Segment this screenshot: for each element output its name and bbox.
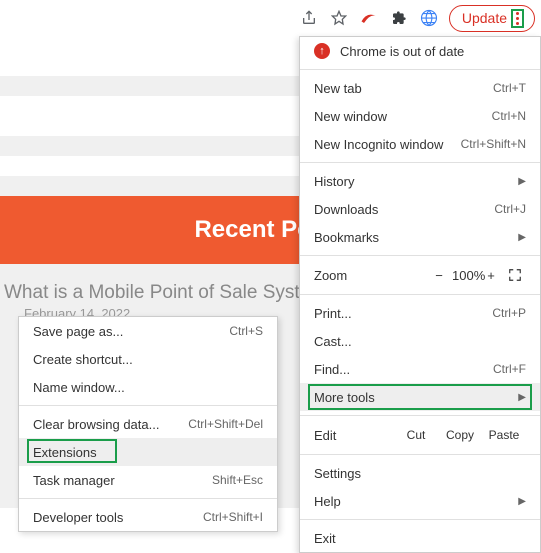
copy-button[interactable]: Copy [438,428,482,442]
menu-cast[interactable]: Cast... [300,327,540,355]
update-label: Update [462,10,507,26]
menu-help[interactable]: Help▶ [300,487,540,515]
menu-more-tools[interactable]: More tools▶ [300,383,540,411]
menu-history[interactable]: History▶ [300,167,540,195]
share-icon[interactable] [299,8,319,28]
zoom-value: 100% [452,268,478,283]
zoom-out-button[interactable]: − [426,268,452,283]
out-of-date-label: Chrome is out of date [340,44,464,59]
menu-print[interactable]: Print...Ctrl+P [300,299,540,327]
menu-exit[interactable]: Exit [300,524,540,552]
submenu-create-shortcut[interactable]: Create shortcut... [19,345,277,373]
kebab-menu-icon[interactable] [516,12,519,25]
cut-button[interactable]: Cut [394,428,438,442]
main-menu: ↑ Chrome is out of date New tabCtrl+T Ne… [299,36,541,553]
chevron-right-icon: ▶ [518,176,526,187]
menu-zoom: Zoom − 100% + [300,260,540,290]
menu-new-tab[interactable]: New tabCtrl+T [300,74,540,102]
more-tools-submenu: Save page as...Ctrl+S Create shortcut...… [18,316,278,532]
menu-dots-highlight [511,9,524,28]
menu-new-window[interactable]: New windowCtrl+N [300,102,540,130]
menu-new-incognito[interactable]: New Incognito windowCtrl+Shift+N [300,130,540,158]
submenu-task-manager[interactable]: Task managerShift+Esc [19,466,277,494]
up-arrow-icon: ↑ [314,43,330,59]
chevron-right-icon: ▶ [518,496,526,507]
star-icon[interactable] [329,8,349,28]
update-button[interactable]: Update [449,5,535,32]
menu-out-of-date[interactable]: ↑ Chrome is out of date [300,37,540,65]
zoom-in-button[interactable]: + [478,268,504,283]
submenu-name-window[interactable]: Name window... [19,373,277,401]
submenu-dev-tools[interactable]: Developer toolsCtrl+Shift+I [19,503,277,531]
menu-bookmarks[interactable]: Bookmarks▶ [300,223,540,251]
menu-find[interactable]: Find...Ctrl+F [300,355,540,383]
globe-icon[interactable] [419,8,439,28]
puzzle-icon[interactable] [389,8,409,28]
paste-button[interactable]: Paste [482,428,526,442]
submenu-save-page[interactable]: Save page as...Ctrl+S [19,317,277,345]
fullscreen-icon[interactable] [504,268,526,282]
submenu-clear-data[interactable]: Clear browsing data...Ctrl+Shift+Del [19,410,277,438]
chevron-right-icon: ▶ [518,232,526,243]
chevron-right-icon: ▶ [518,392,526,403]
menu-edit-row: Edit Cut Copy Paste [300,420,540,450]
menu-downloads[interactable]: DownloadsCtrl+J [300,195,540,223]
menu-settings[interactable]: Settings [300,459,540,487]
submenu-extensions[interactable]: Extensions [19,438,277,466]
extension-swoosh-icon[interactable] [359,8,379,28]
browser-toolbar: Update [293,0,541,36]
